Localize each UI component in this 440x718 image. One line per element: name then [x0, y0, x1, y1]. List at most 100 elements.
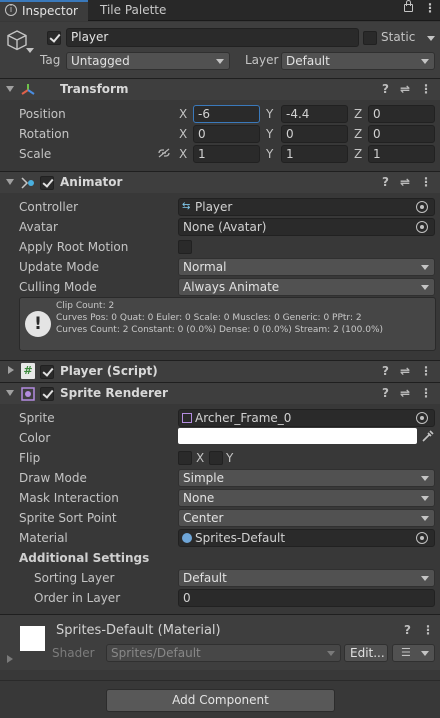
avatar-field[interactable]: None (Avatar): [178, 218, 435, 236]
tag-dropdown[interactable]: Untagged: [66, 52, 230, 70]
mask-interaction-dropdown[interactable]: None: [178, 489, 435, 507]
sorting-layer-dropdown[interactable]: Default: [178, 569, 435, 587]
position-x-field[interactable]: -6: [193, 105, 260, 123]
controller-value: Player: [195, 200, 233, 214]
static-dropdown-arrow[interactable]: [427, 36, 435, 41]
culling-mode-value: Always Animate: [183, 280, 280, 294]
player-script-header[interactable]: # Player (Script) ? ⇌ ⋮: [0, 360, 440, 382]
presets-icon[interactable]: ⇌: [400, 364, 410, 378]
material-preview-swatch: [20, 626, 45, 651]
active-checkbox[interactable]: [47, 31, 61, 45]
rotation-x-field[interactable]: 0: [193, 125, 260, 143]
flip-x-checkbox[interactable]: [178, 451, 192, 465]
object-name-field[interactable]: Player: [66, 28, 359, 47]
static-checkbox[interactable]: [363, 31, 377, 45]
rotation-y-label[interactable]: Y: [266, 127, 273, 141]
foldout-collapsed-icon[interactable]: [7, 655, 13, 663]
object-picker-icon[interactable]: [416, 532, 428, 544]
icon-dropdown-arrow[interactable]: [26, 48, 34, 53]
help-icon[interactable]: ?: [404, 623, 411, 637]
chevron-down-icon: [421, 576, 429, 581]
shader-dropdown[interactable]: Sprites/Default: [106, 644, 341, 662]
position-y-field[interactable]: -4.4: [281, 105, 348, 123]
help-icon[interactable]: ?: [382, 386, 389, 400]
sprite-renderer-header[interactable]: Sprite Renderer ? ⇌ ⋮: [0, 382, 440, 404]
update-mode-label: Update Mode: [19, 260, 99, 274]
foldout-icon[interactable]: [6, 179, 14, 185]
presets-icon[interactable]: ⇌: [400, 82, 410, 96]
scale-z-field[interactable]: 1: [368, 145, 435, 163]
context-menu-icon[interactable]: ⋮: [420, 364, 432, 378]
object-picker-icon[interactable]: [416, 201, 428, 213]
draw-mode-label: Draw Mode: [19, 471, 87, 485]
foldout-icon[interactable]: [6, 86, 14, 92]
transform-header[interactable]: Transform ? ⇌ ⋮: [0, 78, 440, 100]
scale-z-label[interactable]: Z: [354, 147, 362, 161]
info-line-1: Clip Count: 2: [56, 301, 115, 311]
eyedropper-icon[interactable]: [421, 429, 435, 443]
sprite-field[interactable]: Archer_Frame_0: [178, 409, 435, 427]
context-menu-icon[interactable]: ⋮: [422, 623, 434, 637]
mask-interaction-value: None: [183, 491, 215, 505]
scale-y-field[interactable]: 1: [281, 145, 348, 163]
info-icon: i: [5, 4, 17, 16]
position-z-label[interactable]: Z: [354, 107, 362, 121]
player-script-enabled-checkbox[interactable]: [40, 365, 54, 379]
lock-shackle-icon: [406, 0, 411, 6]
scale-x-label[interactable]: X: [179, 147, 187, 161]
position-y-label[interactable]: Y: [266, 107, 273, 121]
scale-y-label[interactable]: Y: [266, 147, 273, 161]
material-value: Sprites-Default: [195, 531, 286, 545]
position-label: Position: [19, 107, 66, 121]
flip-y-checkbox[interactable]: [209, 451, 223, 465]
material-label: Material: [19, 531, 68, 545]
position-z-field[interactable]: 0: [368, 105, 435, 123]
apply-root-motion-checkbox[interactable]: [178, 240, 192, 254]
foldout-icon[interactable]: [6, 390, 14, 396]
object-picker-icon[interactable]: [416, 221, 428, 233]
static-label: Static: [381, 30, 416, 44]
foldout-collapsed-icon[interactable]: [8, 366, 14, 374]
edit-shader-button[interactable]: Edit...: [344, 644, 388, 662]
material-asset-icon: [182, 533, 192, 543]
context-menu-icon[interactable]: ⋮: [420, 175, 432, 189]
sprite-renderer-enabled-checkbox[interactable]: [40, 387, 54, 401]
controller-label: Controller: [19, 200, 79, 214]
rotation-y-field[interactable]: 0: [281, 125, 348, 143]
help-icon[interactable]: ?: [382, 175, 389, 189]
animator-enabled-checkbox[interactable]: [40, 176, 54, 190]
scale-x-field[interactable]: 1: [193, 145, 260, 163]
update-mode-dropdown[interactable]: Normal: [178, 258, 435, 276]
help-icon[interactable]: ?: [382, 82, 389, 96]
add-component-label: Add Component: [172, 693, 269, 707]
flip-label: Flip: [19, 451, 41, 465]
rotation-x-label[interactable]: X: [179, 127, 187, 141]
culling-mode-dropdown[interactable]: Always Animate: [178, 278, 435, 296]
mask-interaction-label: Mask Interaction: [19, 491, 119, 505]
more-menu-icon[interactable]: ⋮: [424, 1, 436, 15]
animator-header[interactable]: Animator ? ⇌ ⋮: [0, 171, 440, 193]
sprite-sort-point-dropdown[interactable]: Center: [178, 509, 435, 527]
order-in-layer-field[interactable]: 0: [178, 589, 435, 607]
context-menu-icon[interactable]: ⋮: [420, 386, 432, 400]
object-picker-icon[interactable]: [416, 412, 428, 424]
add-component-button[interactable]: Add Component: [106, 689, 335, 712]
controller-field[interactable]: ⇆ Player: [178, 198, 435, 216]
draw-mode-dropdown[interactable]: Simple: [178, 469, 435, 487]
order-in-layer-label: Order in Layer: [34, 591, 121, 605]
presets-icon[interactable]: ⇌: [400, 175, 410, 189]
layer-dropdown[interactable]: Default: [281, 52, 435, 70]
presets-icon[interactable]: ⇌: [400, 386, 410, 400]
tab-inspector[interactable]: i Inspector: [0, 0, 88, 21]
constrain-proportions-icon[interactable]: [157, 147, 171, 159]
additional-settings-label[interactable]: Additional Settings: [19, 551, 149, 565]
tab-tile-palette[interactable]: Tile Palette: [100, 3, 166, 17]
color-swatch[interactable]: [178, 428, 417, 444]
material-field[interactable]: Sprites-Default: [178, 529, 435, 547]
context-menu-icon[interactable]: ⋮: [420, 82, 432, 96]
rotation-z-field[interactable]: 0: [368, 125, 435, 143]
help-icon[interactable]: ?: [382, 364, 389, 378]
material-options-dropdown[interactable]: ☰: [392, 644, 435, 662]
position-x-label[interactable]: X: [179, 107, 187, 121]
rotation-z-label[interactable]: Z: [354, 127, 362, 141]
